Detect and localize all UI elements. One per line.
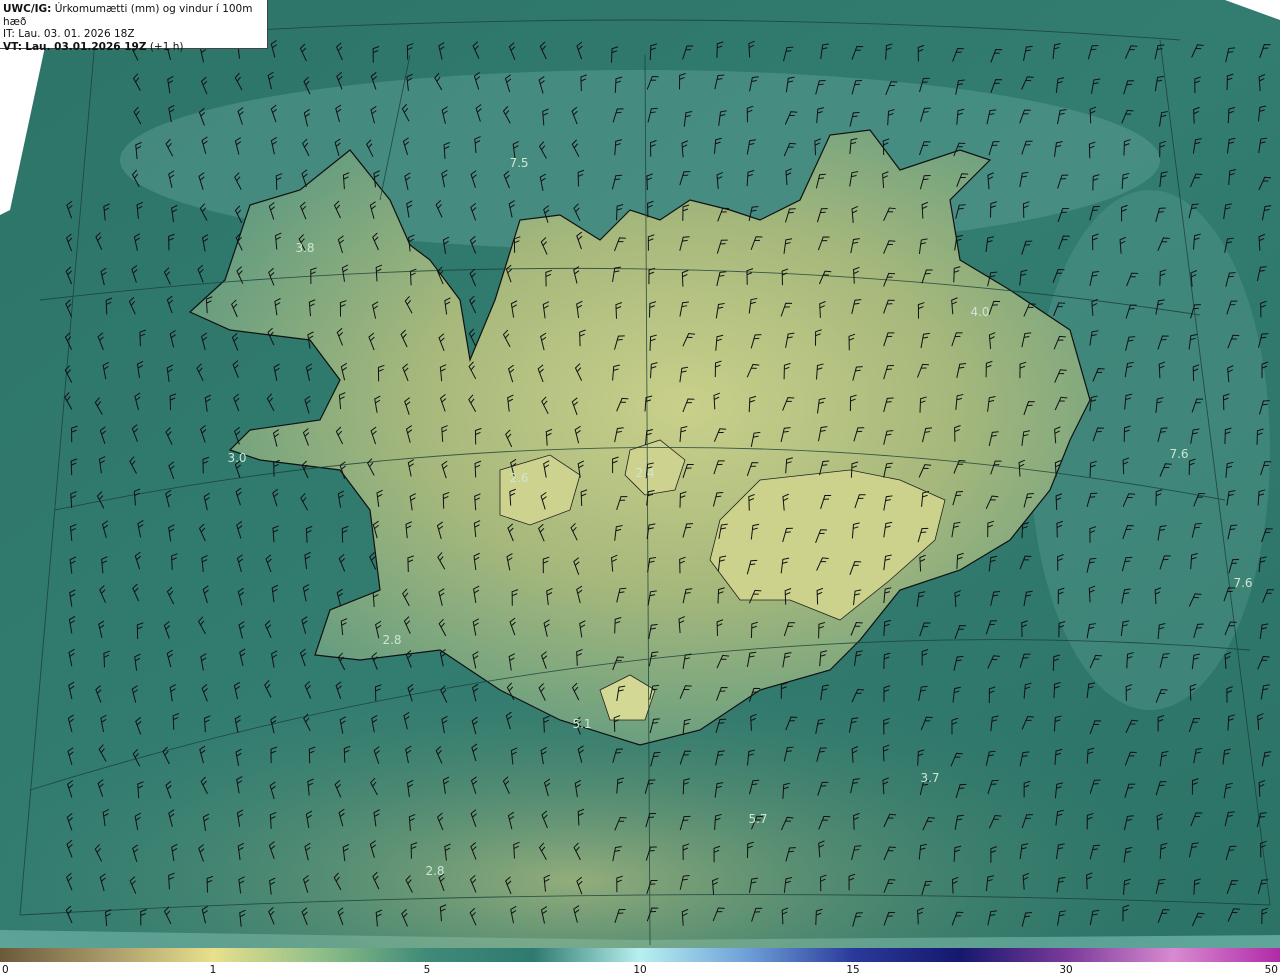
colorbar-tick: 10 [633, 964, 647, 976]
precipitation-value-label: 3.7 [920, 771, 939, 785]
valid-time-line: VT: Lau. 03.01.2026 19Z (+1 h) [3, 41, 267, 54]
lead-time: (+1 h) [149, 40, 184, 53]
colorbar-tick: 0 [2, 964, 9, 976]
map-header: UWC/IG: Úrkomumætti (mm) og vindur í 100… [0, 0, 268, 53]
initial-time: IT: Lau. 03. 01. 2026 18Z [3, 28, 135, 40]
precipitation-value-label: 7.6 [1233, 576, 1252, 590]
precipitation-value-label: 2.6 [509, 471, 528, 485]
model-label: UWC/IG: [3, 3, 52, 15]
precipitation-value-label: 4.0 [970, 305, 989, 319]
title-line: UWC/IG: Úrkomumætti (mm) og vindur í 100… [3, 3, 267, 28]
valid-time: Lau. 03.01.2026 19Z [25, 40, 147, 53]
precipitation-value-label: 2.8 [382, 633, 401, 647]
colorbar-tick: 1 [209, 964, 217, 976]
colorbar-gradient [0, 948, 1280, 962]
precipitation-value-label: 5.1 [572, 717, 591, 731]
precipitation-value-label: 7.6 [1169, 447, 1188, 461]
colorbar-tick: 15 [846, 964, 860, 976]
precipitation-value-label: 7.5 [509, 156, 528, 170]
map-canvas: 7.5 3.8 4.0 7.6 3.0 2.6 2.4 7.6 2.8 5.1 3.7 5.7 2.8 [0, 0, 1280, 948]
precipitation-value-label: 2.8 [425, 864, 444, 878]
precipitation-wind-map: 7.5 3.8 4.0 7.6 3.0 2.6 2.4 7.6 2.8 5.1 3.7 5.7 2.8 [0, 0, 1280, 948]
colorbar-strip [0, 948, 1280, 962]
precipitation-value-label: 2.4 [635, 466, 654, 480]
colorbar-tick: 30 [1059, 964, 1073, 976]
precipitation-value-label: 3.0 [227, 451, 246, 465]
vt-prefix: VT: [3, 40, 22, 53]
precipitation-value-label: 3.8 [295, 241, 314, 255]
colorbar: 0 1 5 10 15 30 50 [0, 948, 1280, 978]
colorbar-tick: 5 [423, 964, 431, 976]
colorbar-tick: 50 [1264, 964, 1278, 976]
precipitation-value-label: 5.7 [748, 812, 767, 826]
